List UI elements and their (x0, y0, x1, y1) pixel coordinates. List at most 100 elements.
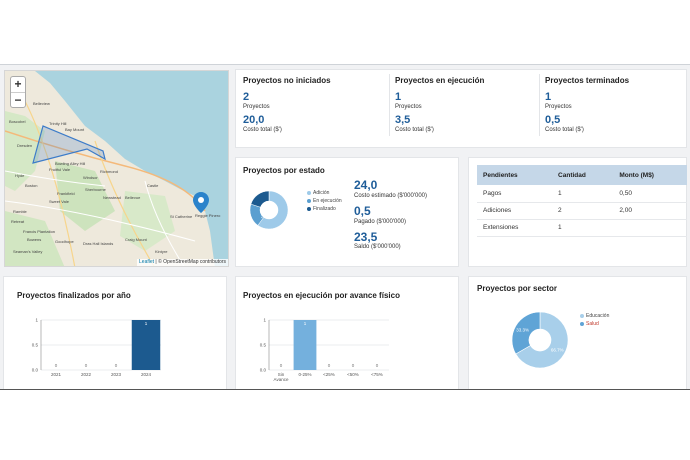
x-tick-label: 2024 (141, 372, 152, 377)
stat-cost: 3,5 (395, 114, 411, 126)
pagado-label: Pagado ($'000'000) (354, 219, 406, 225)
sector-pie-chart: 66.7% 33.3% (511, 311, 569, 369)
map-attribution: Leaflet | © OpenStreetMap contributors (137, 259, 228, 266)
data-label: 0 (328, 363, 331, 368)
table-cell (613, 219, 687, 237)
map-place-label: Bellevue (125, 195, 141, 200)
map-place-label: Dras Hall Islands (83, 241, 114, 246)
stat-title: Proyectos no iniciados (243, 76, 331, 85)
bar[interactable] (293, 320, 317, 370)
y-tick-label: 0.5 (32, 343, 39, 348)
map-place-label: Fruitful Vale (49, 167, 71, 172)
map-place-label: Trinity Hill (49, 121, 67, 126)
map-place-label: St Catherine (170, 214, 193, 219)
stat-count-label: Proyectos (395, 104, 422, 110)
y-tick-label: 0.5 (260, 343, 267, 348)
map-place-label: Bowling Alley Hill (55, 161, 86, 166)
map-place-label: Belleview (33, 101, 50, 106)
map-place-label: Bowens (27, 237, 42, 242)
osm-attribution: | © OpenStreetMap contributors (155, 259, 226, 265)
x-tick-label: 2022 (81, 372, 92, 377)
table-row: Pagos 1 0,50 (477, 185, 687, 203)
map-place-label: Craig Mount (125, 237, 147, 242)
pie-slice-label: 33.3% (516, 327, 529, 332)
column-header[interactable]: Monto (M$) (613, 165, 687, 185)
map-place-label: Dresden (17, 143, 33, 148)
estado-title: Proyectos por estado (243, 166, 325, 175)
map-place-label: Reggie Pinero (195, 213, 221, 218)
data-label: 0 (280, 363, 283, 368)
legend-item-adicion[interactable]: Adición (307, 190, 329, 196)
stat-no-iniciados: Proyectos no iniciados 2 Proyectos 20,0 … (243, 76, 388, 133)
column-header[interactable]: Pendientes (477, 165, 553, 185)
table-cell: Adiciones (477, 202, 553, 220)
saldo-label: Saldo ($'000'000) (354, 244, 401, 250)
stat-en-ejecucion: Proyectos en ejecución 1 Proyectos 3,5 C… (395, 76, 540, 133)
zoom-in-button[interactable]: + (11, 77, 25, 92)
data-label: 0 (352, 363, 355, 368)
table-cell: 1 (552, 185, 614, 203)
map-place-label: Bay Mount (65, 127, 85, 132)
table-header-row: Pendientes Cantidad Monto (M$) (477, 165, 687, 185)
map-place-label: Hyde (15, 173, 25, 178)
chart-title: Proyectos por sector (477, 284, 558, 293)
pie-slice[interactable] (511, 311, 541, 355)
y-tick-label: 1 (35, 318, 38, 323)
data-label: 0 (55, 363, 58, 368)
map-zoom-control: + − (10, 76, 26, 108)
map-place-label: Kintyre (155, 249, 168, 254)
table-cell: Extensiones (477, 219, 553, 237)
x-tick-label: <50% (347, 372, 359, 377)
map-place-label: Francis Plantation (23, 229, 56, 234)
leaflet-link[interactable]: Leaflet (139, 259, 154, 265)
stat-count-label: Proyectos (243, 104, 270, 110)
project-map[interactable]: Belleview Boscobel Trinity Hill Bay Moun… (4, 70, 229, 267)
costo-estimado-label: Costo estimado ($'000'000) (354, 193, 427, 199)
map-place-label: Seaman's Valley (13, 249, 43, 254)
stat-cost: 0,5 (545, 114, 561, 126)
map-place-label: Richmond (100, 169, 119, 174)
map-place-label: Boston (25, 183, 38, 188)
x-tick-label: 0-25% (298, 372, 311, 377)
table-cell: 1 (552, 219, 614, 237)
saldo-value: 23,5 (354, 230, 378, 244)
divider (389, 74, 390, 136)
stat-count-label: Proyectos (545, 104, 572, 110)
donut-slice-label: 20% (262, 202, 270, 207)
costo-estimado-value: 24,0 (354, 178, 378, 192)
pie-slice-label: 66.7% (551, 348, 564, 353)
x-tick-label: Avance (274, 377, 289, 382)
data-label: 0 (115, 363, 118, 368)
legend-item-en-ejecucion[interactable]: En ejecución (307, 198, 342, 204)
y-tick-label: 0.0 (260, 368, 267, 373)
stat-cost-label: Costo total ($') (395, 127, 434, 133)
divider (0, 64, 690, 65)
legend-item-finalizado[interactable]: Finalizado (307, 206, 336, 212)
legend-item-educacion[interactable]: Educación (580, 313, 609, 319)
x-tick-label: 2021 (51, 372, 62, 377)
chart-title: Proyectos finalizados por año (17, 291, 131, 300)
pagado-value: 0,5 (354, 204, 371, 218)
map-place-label: Boscobel (9, 119, 26, 124)
legend-item-salud[interactable]: Salud (580, 321, 599, 327)
map-place-label: Goodhope (55, 239, 74, 244)
table-cell: Pagos (477, 185, 553, 203)
map-place-label: Retreat (11, 219, 25, 224)
column-header[interactable]: Cantidad (552, 165, 614, 185)
donut-slice-label: 20% (261, 214, 269, 219)
bar[interactable] (131, 320, 161, 370)
table-row: Adiciones 2 2,00 (477, 202, 687, 220)
pendientes-table: Pendientes Cantidad Monto (M$) Pagos 1 0… (477, 165, 687, 237)
y-tick-label: 0.0 (32, 368, 39, 373)
data-label: 0 (85, 363, 88, 368)
zoom-out-button[interactable]: − (11, 92, 25, 107)
y-tick-label: 1 (263, 318, 266, 323)
map-place-label: Ramble (13, 209, 27, 214)
stat-cost-label: Costo total ($') (545, 127, 584, 133)
avance-bar-chart: 10.50.00SinAvance10-25%0<25%0<50%0<75% (260, 318, 389, 382)
table-cell: 2 (552, 202, 614, 220)
stat-cost: 20,0 (243, 114, 265, 126)
finalizados-bar-chart: 10.50.002021020220202312024 (32, 318, 161, 377)
stat-count: 1 (545, 91, 552, 103)
divider (0, 389, 690, 390)
